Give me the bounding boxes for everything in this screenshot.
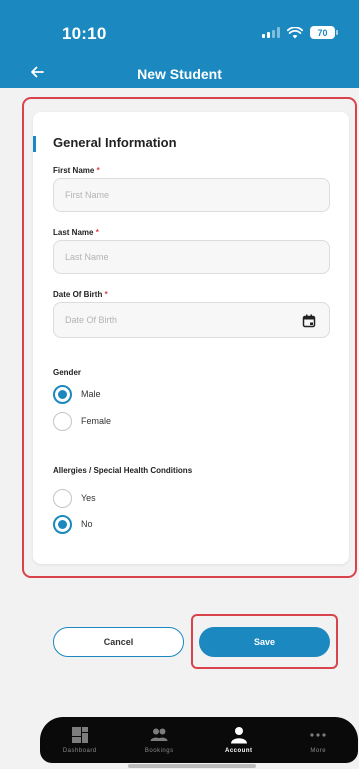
person-icon — [230, 727, 247, 744]
allergies-option-label: Yes — [81, 493, 96, 503]
battery-icon: 70 — [310, 26, 338, 39]
gender-option-male[interactable]: Male — [53, 384, 101, 404]
wifi-icon — [287, 26, 303, 38]
allergies-option-no[interactable]: No — [53, 514, 93, 534]
date-of-birth-label: Date Of Birth * — [53, 290, 108, 299]
bottom-tab-bar: Dashboard Bookings Account More — [40, 717, 358, 763]
section-accent-bar — [33, 136, 36, 152]
gender-option-label: Male — [81, 389, 101, 399]
tab-dashboard[interactable]: Dashboard — [40, 717, 120, 763]
required-mark: * — [96, 166, 100, 175]
dashboard-icon — [71, 727, 88, 743]
radio-button[interactable] — [53, 488, 72, 508]
required-mark: * — [104, 290, 108, 299]
status-icons: 70 — [262, 26, 338, 39]
date-of-birth-label-text: Date Of Birth — [53, 290, 103, 299]
radio-button-selected[interactable] — [53, 514, 72, 534]
gender-label: Gender — [53, 368, 82, 377]
first-name-label: First Name * — [53, 166, 100, 175]
first-name-input[interactable] — [53, 178, 330, 212]
allergies-option-yes[interactable]: Yes — [53, 488, 96, 508]
tab-label: Bookings — [144, 748, 174, 754]
gender-option-female[interactable]: Female — [53, 411, 111, 431]
last-name-label: Last Name * — [53, 228, 99, 237]
tab-label: Account — [225, 748, 253, 754]
save-button[interactable]: Save — [199, 627, 330, 657]
nav-bar: New Student — [0, 58, 359, 88]
cancel-button[interactable]: Cancel — [53, 627, 184, 657]
gender-option-label: Female — [81, 416, 112, 426]
status-bar: 10:10 70 — [0, 0, 359, 58]
last-name-input[interactable] — [53, 240, 330, 274]
first-name-label-text: First Name — [53, 166, 95, 175]
tab-label: Dashboard — [62, 748, 97, 754]
status-time: 10:10 — [62, 24, 107, 43]
radio-button-selected[interactable] — [53, 384, 72, 404]
calendar-icon[interactable] — [302, 314, 316, 328]
section-title: General Information — [53, 135, 177, 150]
signal-icon — [262, 27, 280, 38]
tab-label: More — [310, 748, 327, 754]
battery-level: 70 — [317, 27, 328, 38]
page-title: New Student — [137, 66, 222, 82]
home-indicator — [128, 764, 256, 768]
radio-button[interactable] — [53, 411, 72, 431]
tab-account[interactable]: Account — [199, 717, 279, 763]
last-name-label-text: Last Name — [53, 228, 94, 237]
people-icon — [150, 728, 168, 741]
more-dots-icon — [310, 733, 326, 737]
tab-more[interactable]: More — [279, 717, 359, 763]
required-mark: * — [95, 228, 99, 237]
tab-bookings[interactable]: Bookings — [120, 717, 200, 763]
date-of-birth-input[interactable] — [53, 302, 330, 338]
allergies-option-label: No — [81, 519, 93, 529]
app-header: 10:10 70 New Student — [0, 0, 359, 88]
allergies-label: Allergies / Special Health Conditions — [53, 466, 193, 475]
